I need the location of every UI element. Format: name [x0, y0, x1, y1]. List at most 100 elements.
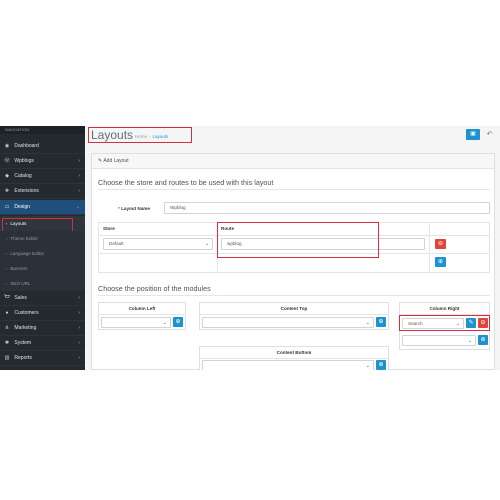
- content-top-select[interactable]: ⌄: [202, 317, 374, 328]
- sidebar-item-dashboard[interactable]: ◉ Dashboard: [0, 139, 85, 154]
- sidebar-item-label: Sales: [14, 295, 27, 301]
- section-divider: [98, 295, 490, 296]
- chevron-down-icon: ⌄: [365, 363, 370, 369]
- chevron-right-icon: ›: [78, 295, 80, 301]
- content-bottom-add-button[interactable]: ⊕: [376, 360, 386, 370]
- sidebar-item-label: Design: [14, 204, 30, 210]
- sidebar: NAVIGATION ◉ Dashboard Ⓦ Wpblogs › ◆ Cat…: [0, 126, 85, 370]
- sidebar-item-label: Reports: [14, 355, 32, 361]
- puzzle-icon: ✚: [4, 188, 10, 194]
- chevron-down-icon: ⌄: [75, 204, 80, 210]
- share-icon: ⋔: [4, 325, 10, 331]
- sidebar-item-label: System: [14, 340, 32, 346]
- chevron-down-icon: ⌄: [204, 241, 209, 247]
- sidebar-subitem-label: SEO URL: [10, 281, 31, 286]
- panel-heading: ✎ Add Layout: [92, 154, 494, 169]
- page-header: Layouts Home › Layouts ▣ ↶: [85, 126, 500, 152]
- sidebar-subitem-seo-url[interactable]: › SEO URL: [0, 276, 85, 291]
- sidebar-item-catalog[interactable]: ◆ Catalog ›: [0, 169, 85, 184]
- sidebar-subitem-banners[interactable]: › Banners: [0, 261, 85, 276]
- content-bottom-header: Content Bottom: [200, 347, 388, 359]
- add-layout-panel: ✎ Add Layout Choose the store and routes…: [91, 153, 495, 370]
- layout-name-label: * Layout Name: [118, 206, 150, 211]
- save-button[interactable]: ▣: [466, 129, 480, 140]
- section-title-modules: Choose the position of the modules: [98, 284, 211, 293]
- section-divider: [98, 189, 490, 190]
- sidebar-item-customers[interactable]: ● Customers ›: [0, 306, 85, 321]
- column-right-add-button[interactable]: ⊕: [478, 335, 488, 345]
- sidebar-subitem-label: Theme Editor: [10, 236, 38, 241]
- sidebar-item-design[interactable]: ▭ Design ⌄: [0, 200, 85, 215]
- plus-circle-icon: ⊕: [437, 259, 444, 265]
- chevron-right-icon: ›: [78, 310, 80, 316]
- sidebar-item-reports[interactable]: ▥ Reports ›: [0, 351, 85, 366]
- sidebar-header: NAVIGATION: [0, 126, 85, 134]
- column-right-highlight-box: [399, 315, 490, 331]
- sidebar-item-sales[interactable]: Sales ›: [0, 291, 85, 306]
- screenshot-frame: NAVIGATION ◉ Dashboard Ⓦ Wpblogs › ◆ Cat…: [0, 126, 500, 370]
- main-content: Layouts Home › Layouts ▣ ↶ ✎ Add Layout Ch…: [85, 126, 500, 370]
- user-icon: ●: [5, 310, 9, 316]
- column-left-box: Column Left ⌄ ⊕: [98, 302, 186, 330]
- column-right-header: Column Right: [400, 303, 489, 315]
- layouts-highlight-box: [2, 218, 73, 232]
- section-title-routes: Choose the store and routes to be used w…: [98, 178, 274, 187]
- sidebar-item-extensions[interactable]: ✚ Extensions ›: [0, 184, 85, 199]
- route-highlight-box: [217, 222, 379, 258]
- content-bottom-box: Content Bottom ⌄ ⊕: [199, 346, 389, 370]
- monitor-icon: ▭: [4, 204, 10, 210]
- sidebar-item-label: Catalog: [14, 173, 32, 179]
- store-select[interactable]: Default ⌄: [103, 238, 213, 250]
- pencil-icon: ✎: [98, 158, 103, 164]
- remove-route-button[interactable]: ⊖: [435, 239, 446, 249]
- column-left-header: Column Left: [99, 303, 185, 315]
- sidebar-subitem-label: Banners: [10, 266, 28, 271]
- store-column-header: Store: [103, 226, 115, 231]
- content-bottom-select[interactable]: ⌄: [202, 360, 374, 370]
- sidebar-item-marketing[interactable]: ⋔ Marketing ›: [0, 321, 85, 336]
- required-marker: *: [118, 206, 120, 211]
- chevron-right-icon: ›: [78, 173, 80, 179]
- sidebar-item-label: Marketing: [14, 325, 37, 331]
- sidebar-item-system[interactable]: ✱ System ›: [0, 336, 85, 351]
- plus-circle-icon: ⊕: [378, 362, 384, 368]
- chevron-down-icon: ⌄: [162, 320, 167, 326]
- cart-icon: [4, 291, 10, 306]
- save-icon: ▣: [470, 131, 476, 137]
- tag-icon: ◆: [5, 173, 9, 179]
- chevron-down-icon: ⌄: [365, 320, 370, 326]
- minus-circle-icon: ⊖: [437, 241, 444, 247]
- layout-name-input[interactable]: Wpblog: [164, 202, 490, 214]
- wordpress-icon: Ⓦ: [4, 158, 10, 164]
- chevron-right-icon: ›: [78, 325, 80, 331]
- sidebar-subitem-theme-editor[interactable]: › Theme Editor: [0, 231, 85, 246]
- column-right-add-select[interactable]: ⌄: [402, 335, 476, 346]
- chevron-right-icon: ›: [78, 158, 80, 164]
- content-top-header: Content Top: [200, 303, 388, 315]
- column-left-select[interactable]: ⌄: [101, 317, 171, 328]
- sidebar-item-wpblogs[interactable]: Ⓦ Wpblogs ›: [0, 154, 85, 169]
- chevron-down-icon: ⌄: [467, 338, 472, 344]
- back-button[interactable]: ↶: [484, 129, 495, 140]
- sidebar-item-label: Dashboard: [14, 143, 39, 149]
- add-route-button[interactable]: ⊕: [435, 257, 446, 267]
- plus-circle-icon: ⊕: [175, 319, 181, 325]
- sidebar-item-label: Customers: [14, 310, 39, 316]
- sidebar-subitem-language-editor[interactable]: › Language Editor: [0, 246, 85, 261]
- column-left-add-button[interactable]: ⊕: [173, 317, 183, 327]
- sidebar-subitem-label: Language Editor: [10, 251, 45, 256]
- title-highlight-box: [88, 127, 192, 143]
- sidebar-item-label: Extensions: [14, 188, 39, 194]
- chevron-right-icon: ›: [78, 188, 80, 194]
- chevron-right-icon: ›: [78, 355, 80, 361]
- bar-chart-icon: ▥: [4, 355, 10, 361]
- dashboard-icon: ◉: [4, 143, 10, 149]
- plus-circle-icon: ⊕: [378, 319, 384, 325]
- plus-circle-icon: ⊕: [480, 337, 486, 343]
- content-top-box: Content Top ⌄ ⊕: [199, 302, 389, 330]
- sidebar-item-label: Wpblogs: [14, 158, 34, 164]
- panel-heading-title: Add Layout: [103, 158, 129, 164]
- content-top-add-button[interactable]: ⊕: [376, 317, 386, 327]
- chevron-right-icon: ›: [78, 340, 80, 346]
- gear-icon: ✱: [4, 340, 10, 346]
